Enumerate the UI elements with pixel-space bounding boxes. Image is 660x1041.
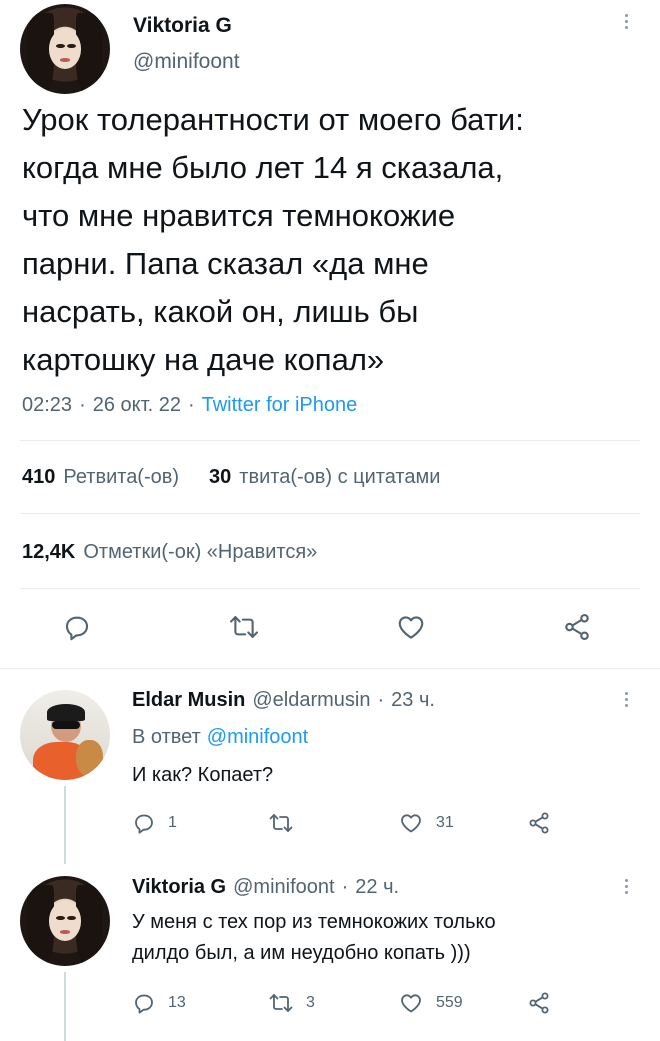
avatar-glasses [51,720,81,729]
more-dots-icon[interactable] [623,692,629,707]
stats-retweets-quotes: 410 Ретвита(-ов) 30 твита(-ов) с цитатам… [22,466,440,489]
avatar-eye [66,43,76,49]
avatar-eye [56,43,65,49]
avatar-lips [59,58,71,62]
stats-likes: 12,4K Отметки(-ок) «Нравится» [22,541,317,564]
reply-text: У меня с тех пор из темнокожих только ди… [132,911,496,964]
reply-icon [135,994,153,1014]
tweet-author-handle[interactable]: @minifoont [133,50,240,74]
reply-time[interactable]: 22 ч. [355,876,399,899]
retweets-label[interactable]: Ретвита(-ов) [63,466,179,489]
divider [20,440,640,441]
share-icon [529,992,549,1014]
reply-to-prefix: В ответ [132,726,201,748]
reply-icon [65,616,89,641]
avatar-eldar[interactable] [20,690,110,780]
meta-separator: · [79,394,86,416]
divider [0,668,660,669]
like-count: 559 [436,994,463,1011]
reply-to-handle[interactable]: @minifoont [207,726,308,749]
avatar-face [48,29,82,69]
retweet-icon [269,994,293,1012]
retweets-count[interactable]: 410 [22,466,55,489]
divider [20,513,640,514]
share-button[interactable] [526,811,552,835]
likes-label[interactable]: Отметки(-ок) «Нравится» [83,541,317,564]
like-count: 31 [436,814,454,831]
retweet-count: 3 [306,994,315,1011]
reply-author-handle[interactable]: @eldarmusin [252,689,370,712]
like-button[interactable]: 559 [398,991,463,1015]
avatar-face [48,901,82,941]
retweet-button[interactable] [228,612,260,642]
like-button[interactable] [395,612,427,642]
reply-author-name[interactable]: Eldar Musin [132,689,245,712]
avatar-viktoria[interactable] [20,876,110,966]
meta-separator: · [377,689,385,711]
heart-icon [401,994,421,1013]
share-button[interactable] [561,612,593,642]
more-dots-icon[interactable] [623,879,629,894]
tweet-text: Урок толерантности от моего бати: когда … [22,102,524,377]
tweet-date: 26 окт. 22 [92,394,181,416]
avatar-viktoria[interactable] [20,4,110,94]
tweet-source-link[interactable]: Twitter for iPhone [202,394,358,417]
reply-header: Eldar Musin @eldarmusin · 23 ч. [132,689,435,712]
like-button[interactable]: 31 [398,811,454,835]
tweet-author-name[interactable]: Viktoria G [133,14,232,38]
retweet-icon [269,814,293,832]
avatar-cap [47,704,85,721]
reply-button[interactable] [62,612,92,642]
heart-icon [398,616,424,639]
share-icon [565,613,589,641]
avatar-eye [66,915,76,921]
tweet-meta: 02:23 · 26 окт. 22 · Twitter for iPhone [22,394,357,417]
retweet-icon [230,616,258,638]
reply-time[interactable]: 23 ч. [391,689,435,712]
reply-author-handle[interactable]: @minifoont [233,876,334,899]
share-button[interactable] [526,991,552,1015]
retweet-button[interactable] [268,811,306,835]
reply-text: И как? Копает? [132,764,274,786]
reply-icon [135,814,153,834]
meta-separator: · [187,394,195,416]
divider [20,588,640,589]
meta-separator: · [341,876,349,898]
thread-line [64,786,66,864]
quotes-count[interactable]: 30 [209,466,231,489]
more-dots-icon[interactable] [623,14,629,29]
avatar-eye [56,915,65,921]
reply-author-name[interactable]: Viktoria G [132,876,226,899]
reply-header: Viktoria G @minifoont · 22 ч. [132,876,399,899]
likes-count[interactable]: 12,4K [22,541,75,564]
reply-button[interactable]: 13 [132,991,186,1015]
tweet-time: 02:23 [22,394,73,416]
avatar-lips [59,930,71,934]
reply-to-line: В ответ @minifoont [132,726,308,749]
quotes-label[interactable]: твита(-ов) с цитатами [239,466,440,489]
avatar-dog [75,740,103,777]
reply-button[interactable]: 1 [132,811,177,835]
reply-count: 13 [168,994,186,1011]
reply-count: 1 [168,814,177,831]
share-icon [529,812,549,834]
retweet-button[interactable]: 3 [268,991,315,1015]
heart-icon [401,814,421,833]
thread-line [64,972,66,1041]
